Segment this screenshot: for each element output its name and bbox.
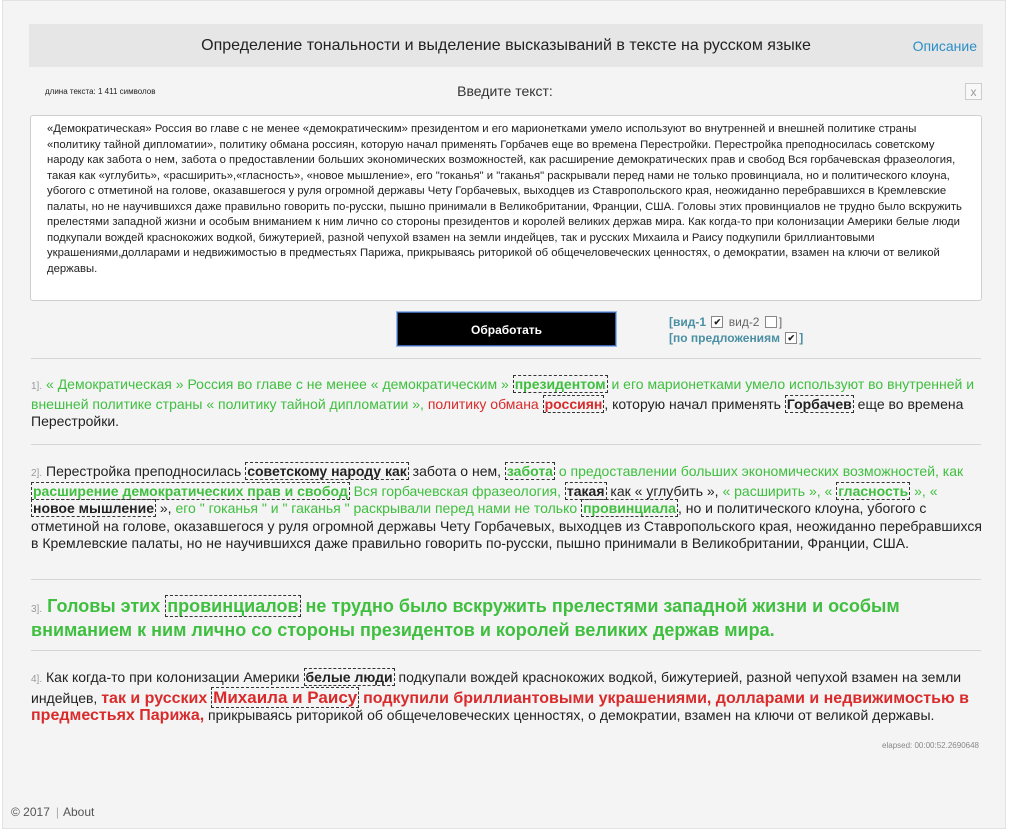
result-sentence-2: 2]. Перестройка преподносилась советском… [31,462,983,553]
result-sentence-3: 3]. Головы этих провинциалов не трудно б… [31,595,983,641]
positive-fragment: о предоставлении больших экономических в… [558,463,964,479]
positive-entity: забота [504,462,555,480]
sentence-number: 4]. [31,674,43,685]
neutral-fragment: как « углубить », [610,482,719,499]
footer-separator: | [55,805,59,819]
positive-fragment: « расширить », « [722,482,833,499]
page-title: Определение тональности и выделение выск… [201,37,811,54]
positive-entity: провинциала [581,499,678,517]
neutral-entity: Горбачев [784,394,854,413]
neutral-entity: советскому народу как [245,462,409,480]
view1-checkbox[interactable]: ✔ [711,315,724,328]
negative-entity: Михаила и Раису [211,686,360,708]
neutral-fragment: Перестройка преподносилась [46,463,242,479]
input-prompt: Введите текст: [457,83,553,99]
negative-fragment: так и русских [101,689,208,707]
copyright: © 2017 [11,805,50,819]
positive-entity: гласность [836,481,911,500]
neutral-fragment: », [159,500,172,516]
description-link[interactable]: Описание [913,38,977,54]
header-bar: Определение тональности и выделение выск… [29,24,983,67]
page: Определение тональности и выделение выск… [2,0,1006,829]
negative-entity: россиян [542,394,605,413]
result-sentence-4: 4]. Как когда-то при колонизации Америки… [31,668,983,725]
elapsed-time: elapsed: 00:00:52.2690648 [882,741,979,750]
positive-fragment: « Демократическая » Россия во главе с не… [46,376,509,392]
sentence-number: 3]. [31,604,43,615]
divider [31,650,981,651]
positive-fragment: », « [914,482,938,499]
negative-fragment: политику обмана [427,395,539,412]
neutral-entity: такая [564,481,607,500]
by-sentence-checkbox[interactable]: ✔ [785,331,798,344]
neutral-fragment: забота о нем, [412,463,502,479]
positive-fragment: Головы этих [47,596,161,616]
divider [31,579,981,580]
about-link[interactable]: About [63,805,94,819]
positive-entity: провинциалов [165,595,301,617]
neutral-entity: новое мышление [31,499,156,517]
process-button[interactable]: Обработать [397,312,616,346]
sentence-number: 1]. [31,381,43,392]
view1-label: [вид-1 [669,315,707,329]
by-sentence-bracket: ] [799,331,804,345]
clear-button[interactable]: x [965,83,982,100]
neutral-fragment: прикрываясь риторикой об общечеловечески… [208,707,935,723]
view2-label: вид-2 [728,315,760,329]
neutral-entity: белые люди [303,668,395,686]
positive-fragment: Вся горбачевская фразеология, [353,482,562,499]
divider [31,444,981,445]
positive-entity: президентом [512,375,608,393]
positive-fragment: его " гоканья " и " гаканья " раскрывали… [175,500,578,516]
divider [31,358,981,359]
view2-checkbox[interactable] [764,315,777,328]
by-sentence-label: [по предложениям [669,331,780,345]
view2-bracket: ] [778,315,783,329]
text-input[interactable]: «Демократическая» Россия во главе с не м… [30,115,982,301]
footer: © 2017 | About [11,805,94,819]
view-options: [вид-1 ✔ вид-2 ] [по предложениям ✔] [669,314,803,346]
positive-fragment: не трудно было вскружить прелестями запа… [31,596,900,640]
neutral-fragment: , которую начал применять [604,395,781,412]
positive-entity: расширение демократических прав и свобод [31,481,350,500]
neutral-fragment: Как когда-то при колонизации Америки [46,669,300,685]
sentence-number: 2]. [31,468,43,479]
result-sentence-1: 1]. « Демократическая » Россия во главе … [31,375,983,431]
